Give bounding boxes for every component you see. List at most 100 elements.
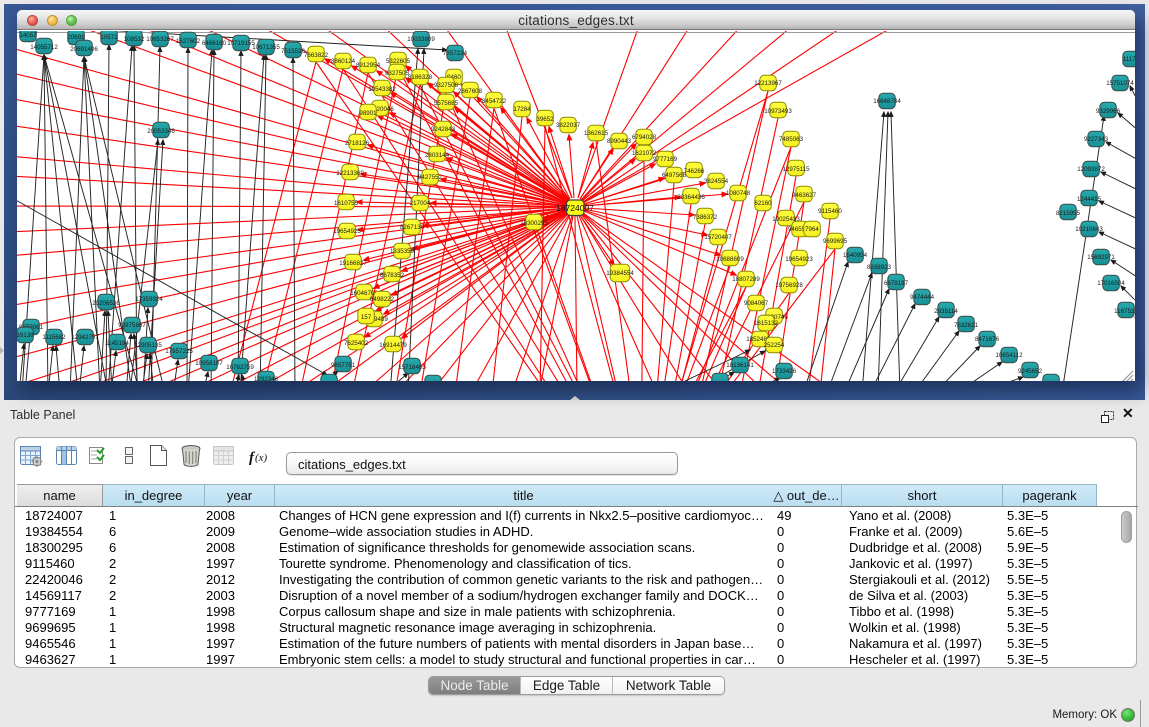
svg-text:12905135: 12905135 <box>134 342 162 349</box>
svg-text:10958107: 10958107 <box>195 360 223 367</box>
svg-text:19654925: 19654925 <box>333 228 361 235</box>
svg-text:10543382: 10543382 <box>368 86 396 93</box>
svg-text:18724007: 18724007 <box>556 203 594 213</box>
svg-text:1640954: 1640954 <box>843 252 868 259</box>
svg-text:2867608: 2867608 <box>458 88 483 95</box>
svg-text:7357224: 7357224 <box>443 50 468 57</box>
svg-text:8427552: 8427552 <box>418 174 443 181</box>
svg-text:10671355: 10671355 <box>252 44 280 51</box>
svg-text:39652: 39652 <box>536 116 554 123</box>
svg-text:8938923: 8938923 <box>867 264 892 271</box>
svg-text:1145194: 1145194 <box>105 340 129 347</box>
svg-text:20364436: 20364436 <box>677 194 705 201</box>
svg-text:12093872: 12093872 <box>1077 166 1105 173</box>
svg-text:2935114: 2935114 <box>934 308 958 315</box>
svg-text:12213369: 12213369 <box>336 170 364 177</box>
svg-text:8678352: 8678352 <box>380 272 405 279</box>
svg-text:10973493: 10973493 <box>764 108 792 115</box>
svg-text:8990443: 8990443 <box>607 138 632 145</box>
svg-text:1527602: 1527602 <box>176 38 201 45</box>
svg-text:(x): (x) <box>255 452 268 464</box>
svg-text:20206536: 20206536 <box>92 300 120 307</box>
svg-text:9474444: 9474444 <box>910 294 935 301</box>
svg-text:16782759: 16782759 <box>226 364 254 371</box>
svg-text:10853267: 10853267 <box>146 36 174 43</box>
svg-text:15716485: 15716485 <box>398 364 426 371</box>
svg-text:108532: 108532 <box>124 36 145 43</box>
svg-text:15751074: 15751074 <box>1106 80 1134 87</box>
svg-text:8215955: 8215955 <box>1056 210 1081 217</box>
svg-text:10654112: 10654112 <box>995 352 1023 359</box>
svg-text:6679197: 6679197 <box>884 280 909 287</box>
svg-text:7964: 7964 <box>805 226 819 233</box>
svg-text:2803144: 2803144 <box>425 152 450 159</box>
svg-text:12975115: 12975115 <box>782 166 810 173</box>
svg-text:19384554: 19384554 <box>606 270 634 277</box>
svg-text:11172: 11172 <box>1123 56 1135 63</box>
svg-text:9777169: 9777169 <box>653 156 678 163</box>
svg-text:14057: 14057 <box>19 32 37 39</box>
svg-text:2718126: 2718126 <box>345 140 370 147</box>
svg-text:9327505: 9327505 <box>385 70 410 77</box>
svg-text:9463627: 9463627 <box>792 192 817 199</box>
svg-text:16914479: 16914479 <box>379 342 407 349</box>
svg-text:8186328: 8186328 <box>408 74 433 81</box>
svg-text:12213967: 12213967 <box>754 80 782 87</box>
svg-text:18136141: 18136141 <box>726 362 754 369</box>
svg-text:15692971: 15692971 <box>1087 254 1115 261</box>
svg-text:16648784: 16648784 <box>873 98 901 105</box>
svg-text:10571: 10571 <box>100 34 118 41</box>
svg-text:17359924: 17359924 <box>135 296 163 303</box>
svg-text:10719155: 10719155 <box>227 40 255 47</box>
svg-text:9227343: 9227343 <box>1084 136 1109 143</box>
svg-text:9115460: 9115460 <box>818 208 842 215</box>
svg-text:8267130: 8267130 <box>400 224 425 231</box>
svg-text:9084067: 9084067 <box>744 300 769 307</box>
svg-text:14055712: 14055712 <box>30 44 58 51</box>
svg-text:1167533: 1167533 <box>1114 308 1135 315</box>
svg-text:18300295: 18300295 <box>520 220 548 227</box>
svg-text:9857751: 9857751 <box>331 362 356 369</box>
svg-text:9699695: 9699695 <box>823 238 848 245</box>
svg-text:1335359: 1335359 <box>390 248 415 255</box>
svg-text:3822037: 3822037 <box>556 122 581 129</box>
svg-text:1610755: 1610755 <box>334 200 359 207</box>
svg-text:19654923: 19654923 <box>785 256 813 263</box>
svg-text:93975867: 93975867 <box>118 322 146 329</box>
svg-text:746266: 746266 <box>684 168 705 175</box>
svg-text:8471676: 8471676 <box>975 336 1000 343</box>
svg-text:7625402: 7625402 <box>344 340 369 347</box>
svg-text:7663822: 7663822 <box>304 52 329 59</box>
svg-text:8912954: 8912954 <box>356 62 381 69</box>
svg-text:9245652: 9245652 <box>1018 368 1043 375</box>
svg-text:6466160: 6466160 <box>202 40 227 47</box>
svg-text:17284: 17284 <box>513 106 531 113</box>
svg-text:10688609: 10688609 <box>716 256 744 263</box>
svg-text:157: 157 <box>361 314 372 321</box>
svg-text:1292346: 1292346 <box>254 376 279 381</box>
svg-text:1244415: 1244415 <box>1077 196 1102 203</box>
svg-text:17957225: 17957225 <box>165 348 193 355</box>
svg-text:1115682: 1115682 <box>42 334 66 341</box>
svg-text:15720407: 15720407 <box>704 234 732 241</box>
svg-text:1080748: 1080748 <box>726 190 751 197</box>
svg-text:1362615: 1362615 <box>584 130 609 137</box>
svg-text:17016504: 17016504 <box>1097 280 1125 287</box>
svg-text:217004: 217004 <box>410 200 431 207</box>
svg-text:8498222: 8498222 <box>370 296 395 303</box>
svg-text:3824554: 3824554 <box>704 178 729 185</box>
svg-text:9329966: 9329966 <box>1096 108 1121 115</box>
svg-text:7485063: 7485063 <box>779 136 804 143</box>
svg-text:9242843: 9242843 <box>431 126 456 133</box>
svg-text:252254: 252254 <box>764 342 785 349</box>
svg-text:20053346: 20053346 <box>147 128 175 135</box>
svg-text:19166827: 19166827 <box>339 260 367 267</box>
svg-text:6794028: 6794028 <box>632 134 657 141</box>
svg-text:7632621: 7632621 <box>954 322 979 329</box>
svg-text:19756928: 19756928 <box>775 282 803 289</box>
svg-text:8454722: 8454722 <box>482 98 507 105</box>
svg-text:9327508: 9327508 <box>434 82 459 89</box>
svg-text:7515526: 7515526 <box>281 48 306 55</box>
svg-text:20691406: 20691406 <box>70 46 98 53</box>
svg-text:10210643: 10210643 <box>1075 226 1103 233</box>
